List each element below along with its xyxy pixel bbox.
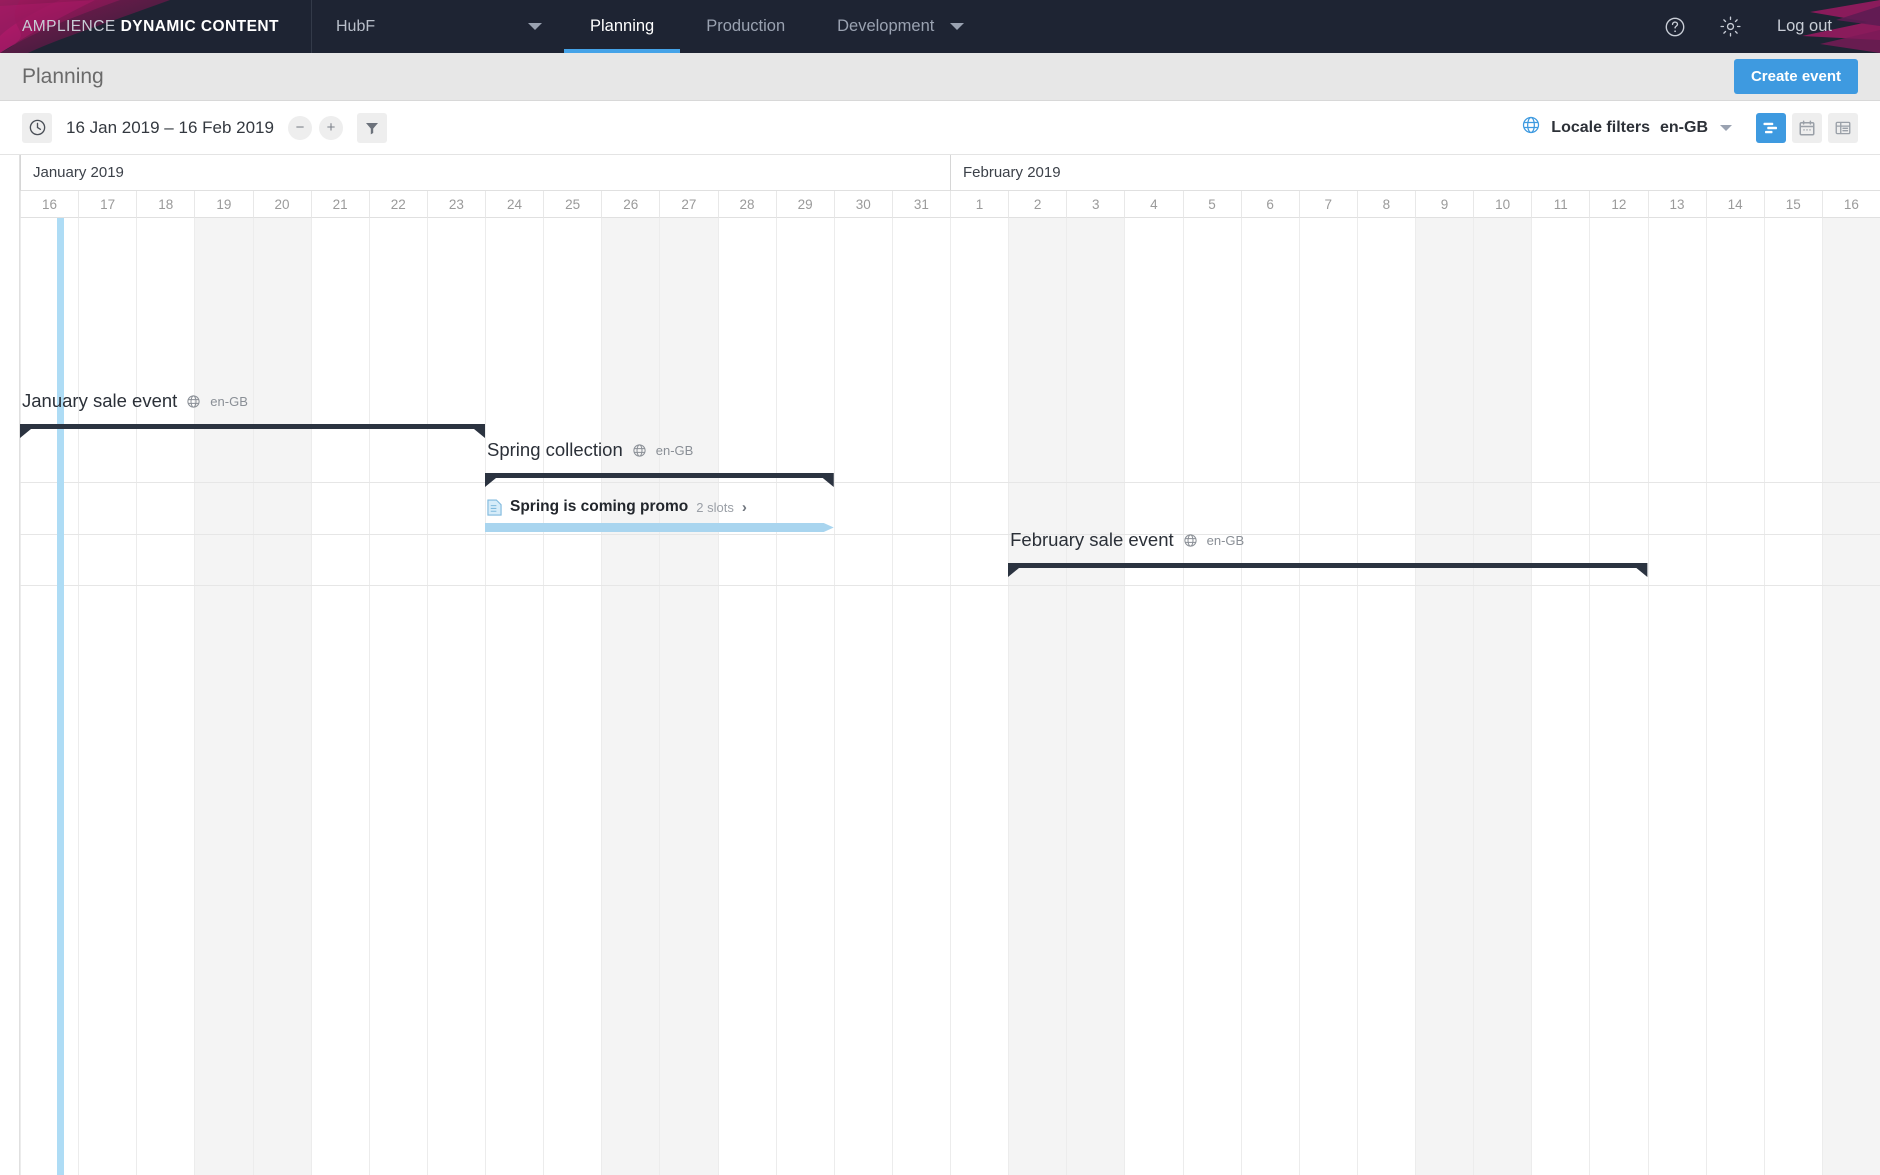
- event-duration-bar[interactable]: [485, 473, 834, 487]
- slot-count: 2 slots: [696, 499, 734, 515]
- hub-selector[interactable]: HubF: [312, 0, 564, 53]
- row-separator: [0, 482, 1880, 483]
- event-name: February sale event: [1010, 529, 1174, 550]
- hub-name: HubF: [336, 17, 376, 35]
- date-range-label[interactable]: 16 Jan 2019 – 16 Feb 2019: [66, 118, 274, 138]
- zoom-in-button[interactable]: +: [318, 115, 343, 140]
- view-toggle-group: [1756, 112, 1858, 143]
- chevron-down-icon: [1720, 124, 1732, 131]
- calendar-view-button[interactable]: [1792, 112, 1822, 143]
- event-label[interactable]: January sale event en-GB: [22, 390, 248, 412]
- locale-selected-value: en-GB: [1660, 118, 1708, 136]
- timeline-slot[interactable]: Spring is coming promo 2 slots ›: [485, 498, 834, 532]
- event-locale: en-GB: [210, 393, 248, 409]
- event-locale: en-GB: [1206, 532, 1245, 548]
- globe-icon: [186, 394, 201, 409]
- event-name: January sale event: [22, 390, 178, 411]
- create-event-button[interactable]: Create event: [1733, 59, 1858, 94]
- tab-production-label: Production: [706, 17, 786, 35]
- timeline-event[interactable]: February sale event en-GB: [1008, 529, 1648, 577]
- event-duration-bar[interactable]: [20, 424, 485, 438]
- brand-dynamic-content: DYNAMIC CONTENT: [120, 17, 279, 35]
- event-locale: en-GB: [655, 442, 694, 458]
- funnel-icon[interactable]: [356, 112, 387, 143]
- app-brand: AMPLIENCE DYNAMIC CONTENT: [0, 0, 312, 53]
- timeline-event[interactable]: Spring collection en-GB: [485, 439, 834, 487]
- tab-planning[interactable]: Planning: [564, 0, 681, 53]
- brand-amplience: AMPLIENCE: [22, 17, 116, 35]
- main-tabs: Planning Production Development: [564, 0, 990, 53]
- locale-filter-control[interactable]: Locale filters en-GB: [1521, 115, 1732, 140]
- zoom-out-button[interactable]: −: [287, 115, 312, 140]
- tab-development-label: Development: [837, 17, 935, 35]
- page-header: Planning Create event: [0, 53, 1880, 101]
- top-navigation-bar: AMPLIENCE DYNAMIC CONTENT HubF Planning …: [0, 0, 1880, 53]
- list-view-button[interactable]: [1828, 112, 1858, 143]
- slot-name: Spring is coming promo: [510, 498, 689, 515]
- globe-icon: [632, 443, 647, 458]
- slot-label[interactable]: Spring is coming promo 2 slots ›: [487, 498, 747, 516]
- row-separator: [0, 534, 1880, 535]
- help-circle-icon[interactable]: [1647, 0, 1703, 53]
- tab-production[interactable]: Production: [680, 0, 811, 53]
- chevron-down-icon: [528, 23, 542, 30]
- chevron-down-icon: [950, 23, 965, 30]
- page-title: Planning: [22, 64, 104, 88]
- tab-planning-label: Planning: [590, 17, 655, 35]
- event-duration-bar[interactable]: [1008, 563, 1648, 577]
- globe-icon: [1183, 533, 1198, 548]
- globe-icon: [1521, 115, 1541, 140]
- row-separator: [0, 585, 1880, 586]
- event-name: Spring collection: [487, 439, 623, 460]
- locale-filters-label: Locale filters: [1551, 118, 1650, 136]
- timeline-event[interactable]: January sale event en-GB: [20, 390, 485, 438]
- gear-icon[interactable]: [1703, 0, 1759, 53]
- logout-button[interactable]: Log out: [1759, 0, 1858, 53]
- document-icon: [487, 498, 502, 516]
- slot-duration-bar[interactable]: [485, 519, 834, 532]
- current-time-indicator: [56, 218, 64, 1175]
- timeline-events-layer: January sale event en-GB Spring collection…: [0, 155, 1880, 1175]
- event-label[interactable]: Spring collection en-GB: [487, 439, 693, 461]
- planning-timeline[interactable]: January 2019 February 2019 16 17 18 19 20 21 22 2…: [0, 155, 1880, 1175]
- timeline-toolbar: 16 Jan 2019 – 16 Feb 2019 − + Locale fil…: [0, 101, 1880, 155]
- event-label[interactable]: February sale event en-GB: [1010, 529, 1244, 551]
- tab-development[interactable]: Development: [811, 0, 990, 53]
- logout-label: Log out: [1776, 17, 1832, 35]
- nav-right-actions: Log out: [1647, 0, 1880, 53]
- timeline-view-button[interactable]: [1756, 112, 1786, 143]
- timeline-left-gutter: [0, 155, 20, 1175]
- clock-icon[interactable]: [22, 112, 52, 143]
- chevron-right-icon[interactable]: ›: [742, 499, 747, 516]
